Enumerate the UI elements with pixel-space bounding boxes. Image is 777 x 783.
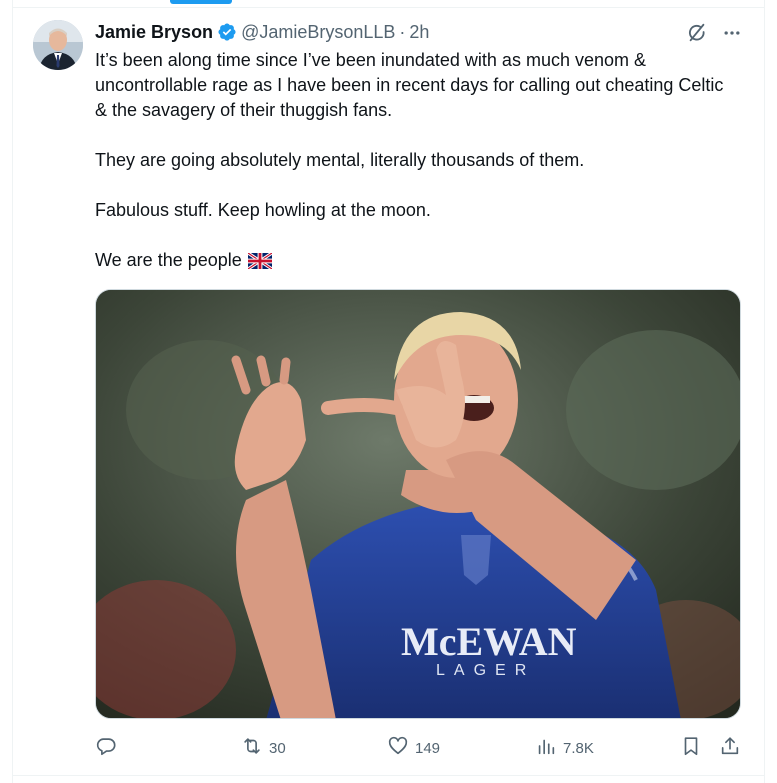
like-count: 149 xyxy=(415,739,441,757)
retweet-icon xyxy=(241,735,263,761)
union-jack-flag-icon xyxy=(246,251,273,276)
share-button[interactable] xyxy=(719,735,741,761)
more-icon[interactable] xyxy=(720,21,744,45)
shirt-sponsor-line1: McEWAN xyxy=(401,619,577,664)
views-icon xyxy=(535,735,557,761)
share-icon xyxy=(719,735,741,761)
heart-icon xyxy=(387,735,409,761)
verified-badge-icon[interactable] xyxy=(217,22,237,42)
reply-button[interactable] xyxy=(95,735,123,761)
grok-icon[interactable] xyxy=(685,21,709,45)
tweet-paragraph-3: Fabulous stuff. Keep howling at the moon… xyxy=(95,200,431,220)
tweet-paragraph-4-text: We are the people xyxy=(95,250,242,270)
view-count: 7.8K xyxy=(563,739,594,757)
bookmark-icon xyxy=(680,735,702,761)
author-display-name[interactable]: Jamie Bryson xyxy=(95,22,213,43)
tweet-image[interactable]: McEWAN LAGER xyxy=(95,289,741,719)
tweet-actions: 30 149 7.8K xyxy=(95,735,745,761)
retweet-count: 30 xyxy=(269,739,286,757)
avatar[interactable] xyxy=(33,20,83,70)
tweet-text: It’s been along time since I’ve been inu… xyxy=(95,48,735,276)
bottom-divider xyxy=(12,775,765,776)
author-handle[interactable]: @JamieBrysonLLB xyxy=(241,22,395,43)
active-tab-indicator xyxy=(170,0,232,4)
tweet-paragraph-4: We are the people xyxy=(95,248,735,276)
views-button[interactable]: 7.8K xyxy=(535,735,594,761)
tweet-paragraph-2: They are going absolutely mental, litera… xyxy=(95,150,585,170)
retweet-button[interactable]: 30 xyxy=(241,735,286,761)
tweet-timestamp[interactable]: 2h xyxy=(409,22,429,43)
tweet-paragraph-1: It’s been along time since I’ve been inu… xyxy=(95,50,724,120)
shirt-sponsor-line2: LAGER xyxy=(436,662,535,679)
like-button[interactable]: 149 xyxy=(387,735,440,761)
reply-icon xyxy=(95,735,117,761)
top-divider xyxy=(12,7,765,8)
separator-dot: · xyxy=(399,21,406,42)
bookmark-button[interactable] xyxy=(680,735,702,761)
tweet-header: Jamie Bryson @JamieBrysonLLB · 2h xyxy=(95,19,429,45)
